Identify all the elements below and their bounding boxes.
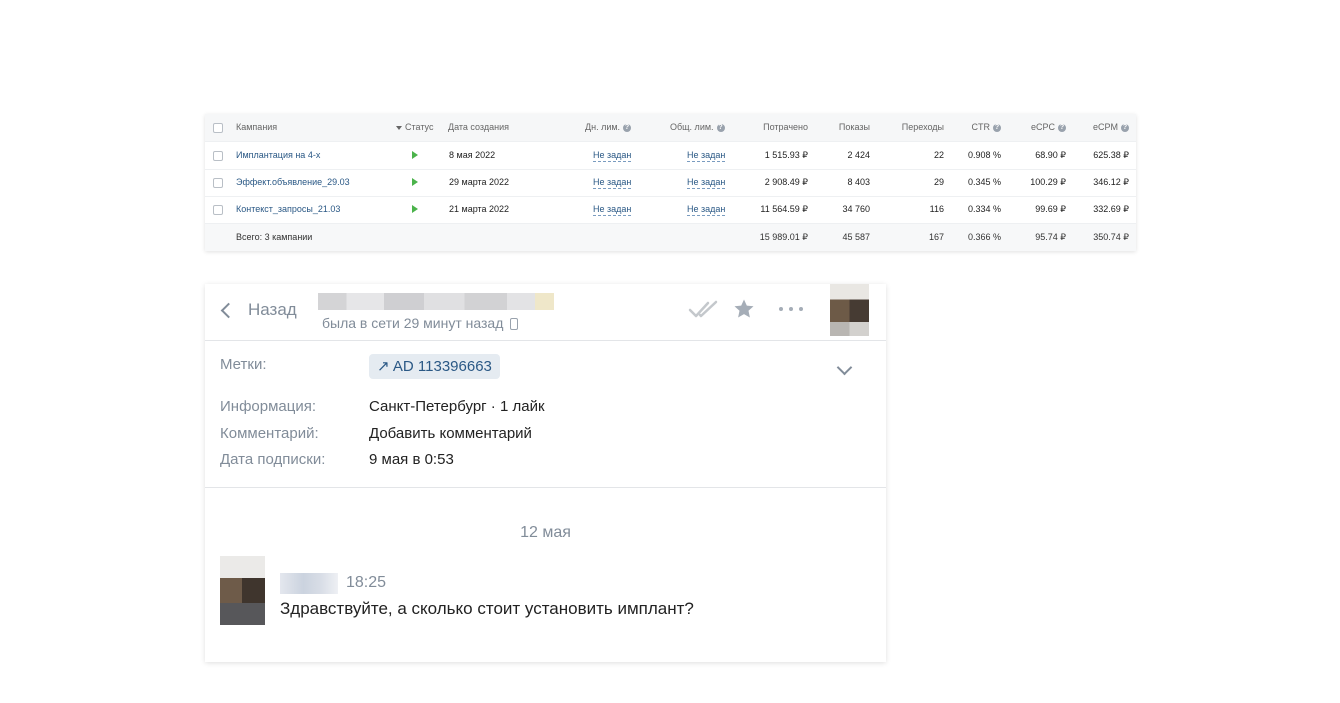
date-separator: 12 мая bbox=[520, 524, 571, 541]
col-ecpm[interactable]: eCPM? bbox=[1075, 114, 1129, 141]
contact-info: Метки: ↗ AD 113396663 Информация: Санкт-… bbox=[205, 341, 886, 488]
day-limit-link[interactable]: Не задан bbox=[593, 149, 632, 162]
subscription-date-value: 9 мая в 0:53 bbox=[369, 451, 454, 468]
help-icon[interactable]: ? bbox=[716, 123, 725, 132]
campaign-name-link[interactable]: Эффект.объявление_29.03 bbox=[236, 169, 350, 196]
col-ecpc[interactable]: eCPC? bbox=[1015, 114, 1066, 141]
last-seen-status: была в сети 29 минут назад bbox=[322, 315, 519, 331]
col-campaign[interactable]: Кампания bbox=[236, 114, 277, 141]
play-status-icon[interactable] bbox=[412, 178, 418, 186]
help-icon[interactable]: ? bbox=[1058, 123, 1066, 132]
ecpm-value: 346.12 ₽ bbox=[1093, 177, 1129, 187]
table-row[interactable]: Эффект.объявление_29.03 29 марта 2022 Не… bbox=[205, 169, 1136, 197]
avatar[interactable] bbox=[220, 556, 265, 625]
message-text: Здравствуйте, а сколько стоит установить… bbox=[280, 599, 694, 618]
total-limit-link[interactable]: Не задан bbox=[687, 203, 726, 216]
impressions-value: 2 424 bbox=[847, 150, 870, 160]
avatar[interactable] bbox=[830, 284, 869, 336]
campaigns-table: Кампания Статус Дата создания Дн. лим.? … bbox=[205, 114, 1136, 251]
more-icon[interactable] bbox=[779, 298, 803, 320]
double-check-icon[interactable] bbox=[688, 298, 720, 320]
sort-down-icon bbox=[396, 125, 402, 130]
sender-name-blurred[interactable] bbox=[280, 573, 338, 594]
clicks-value: 22 bbox=[933, 150, 944, 160]
ecpm-value: 332.69 ₽ bbox=[1093, 204, 1129, 214]
info-label: Информация: bbox=[220, 398, 317, 415]
col-created[interactable]: Дата создания bbox=[448, 114, 509, 141]
col-spent[interactable]: Потрачено bbox=[745, 114, 808, 141]
ctr-value: 0.345 % bbox=[967, 177, 1001, 187]
col-clicks[interactable]: Переходы bbox=[885, 114, 944, 141]
created-date: 8 мая 2022 bbox=[449, 150, 496, 160]
clicks-value: 116 bbox=[929, 204, 944, 214]
tags-label: Метки: bbox=[220, 356, 267, 373]
info-value: Санкт-Петербург · 1 лайк bbox=[369, 398, 545, 415]
ad-tag-chip[interactable]: ↗ AD 113396663 bbox=[369, 354, 500, 379]
col-total-limit[interactable]: Общ. лим.? bbox=[670, 114, 725, 141]
play-status-icon[interactable] bbox=[412, 205, 418, 213]
contact-name-blurred[interactable] bbox=[318, 293, 554, 310]
col-ctr[interactable]: CTR? bbox=[955, 114, 1001, 141]
back-chevron-icon bbox=[220, 302, 237, 318]
back-button[interactable]: Назад bbox=[219, 299, 297, 321]
day-limit-link[interactable]: Не задан bbox=[593, 203, 632, 216]
spent-value: 2 908.49 ₽ bbox=[764, 177, 808, 187]
row-checkbox[interactable] bbox=[213, 151, 223, 161]
chevron-down-icon[interactable] bbox=[836, 359, 853, 376]
total-limit-link[interactable]: Не задан bbox=[687, 176, 726, 189]
day-limit-link[interactable]: Не задан bbox=[593, 176, 632, 189]
created-date: 21 марта 2022 bbox=[449, 204, 510, 214]
created-date: 29 марта 2022 bbox=[449, 177, 510, 187]
help-icon[interactable]: ? bbox=[623, 123, 632, 132]
select-all-checkbox[interactable] bbox=[213, 123, 223, 133]
table-total-row: Всего: 3 кампании 15 989.01 ₽ 45 587 167… bbox=[205, 224, 1136, 251]
total-impressions: 45 587 bbox=[842, 232, 870, 242]
table-header-row: Кампания Статус Дата создания Дн. лим.? … bbox=[205, 114, 1136, 142]
add-comment-link[interactable]: Добавить комментарий bbox=[369, 425, 532, 442]
spent-value: 1 515.93 ₽ bbox=[764, 150, 808, 160]
col-impressions[interactable]: Показы bbox=[815, 114, 870, 141]
total-limit-link[interactable]: Не задан bbox=[687, 149, 726, 162]
total-clicks: 167 bbox=[928, 232, 944, 242]
back-label: Назад bbox=[248, 300, 297, 319]
impressions-value: 8 403 bbox=[847, 177, 870, 187]
col-status[interactable]: Статус bbox=[396, 114, 433, 141]
col-day-limit[interactable]: Дн. лим.? bbox=[585, 114, 632, 141]
ecpc-value: 68.90 ₽ bbox=[1035, 150, 1066, 160]
total-spent: 15 989.01 ₽ bbox=[759, 232, 808, 242]
clicks-value: 29 bbox=[933, 177, 944, 187]
total-ctr: 0.366 % bbox=[967, 232, 1001, 242]
play-status-icon[interactable] bbox=[412, 151, 418, 159]
table-row[interactable]: Имплантация на 4-х 8 мая 2022 Не задан Н… bbox=[205, 142, 1136, 170]
table-row[interactable]: Контекст_запросы_21.03 21 марта 2022 Не … bbox=[205, 196, 1136, 224]
campaign-name-link[interactable]: Имплантация на 4-х bbox=[236, 142, 320, 169]
row-checkbox[interactable] bbox=[213, 178, 223, 188]
chat-header: Назад была в сети 29 минут назад bbox=[205, 284, 886, 341]
subscription-date-label: Дата подписки: bbox=[220, 451, 326, 468]
spent-value: 11 564.59 ₽ bbox=[760, 204, 808, 214]
total-label: Всего: 3 кампании bbox=[236, 232, 313, 242]
row-checkbox[interactable] bbox=[213, 205, 223, 215]
total-ecpm: 350.74 ₽ bbox=[1093, 232, 1129, 242]
help-icon[interactable]: ? bbox=[1121, 123, 1129, 132]
chat-panel: Назад была в сети 29 минут назад Метки: … bbox=[205, 284, 886, 662]
comment-label: Комментарий: bbox=[220, 425, 319, 442]
phone-icon bbox=[510, 318, 519, 331]
help-icon[interactable]: ? bbox=[993, 123, 1001, 132]
impressions-value: 34 760 bbox=[842, 204, 870, 214]
ecpc-value: 100.29 ₽ bbox=[1030, 177, 1066, 187]
ctr-value: 0.908 % bbox=[967, 150, 1001, 160]
star-icon[interactable] bbox=[733, 298, 755, 320]
message-time: 18:25 bbox=[346, 574, 387, 591]
campaign-name-link[interactable]: Контекст_запросы_21.03 bbox=[236, 196, 340, 223]
ecpm-value: 625.38 ₽ bbox=[1093, 150, 1129, 160]
ctr-value: 0.334 % bbox=[967, 204, 1001, 214]
total-ecpc: 95.74 ₽ bbox=[1035, 232, 1066, 242]
ecpc-value: 99.69 ₽ bbox=[1035, 204, 1066, 214]
